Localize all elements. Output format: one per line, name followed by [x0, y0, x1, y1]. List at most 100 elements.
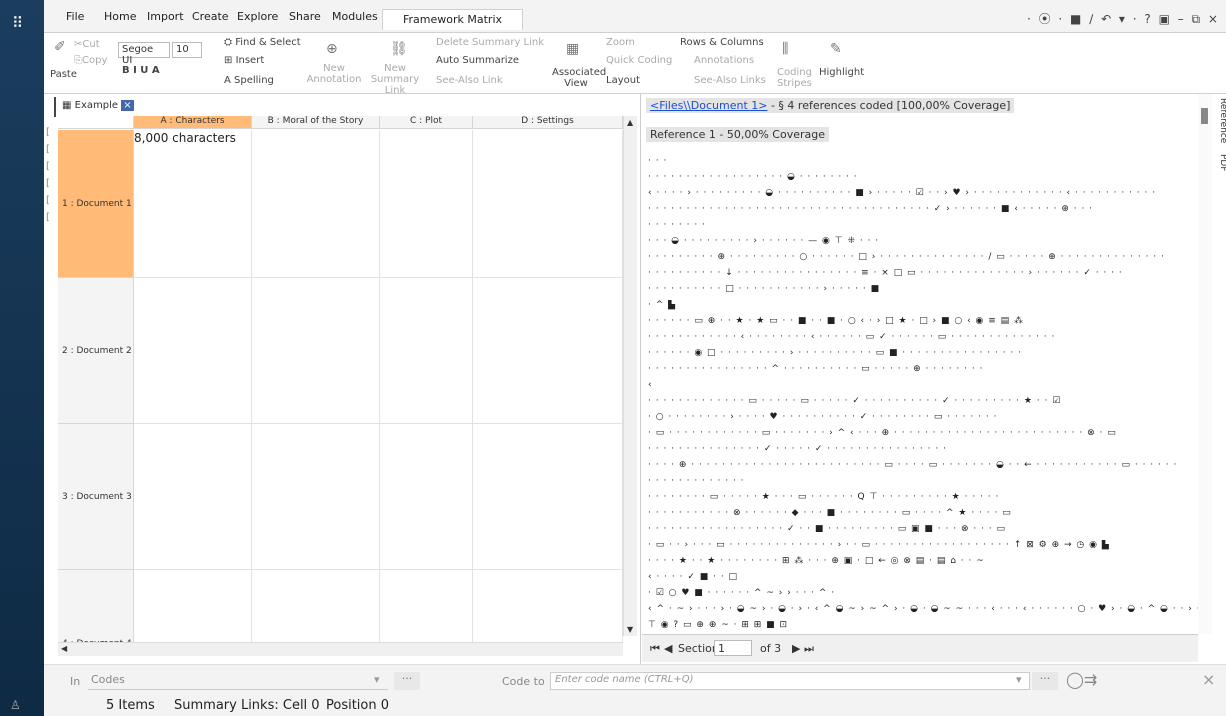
codes-select[interactable]: Codes [88, 672, 388, 690]
link-icon: ⛓ [390, 41, 408, 57]
scroll-up-icon[interactable]: ▲ [627, 118, 633, 127]
row-header-document-1[interactable]: 1 : Document 1 [58, 130, 134, 278]
code-selection-icon[interactable]: ◯⇉ [1066, 670, 1097, 689]
previous-section-icon[interactable]: ◀ [664, 642, 672, 655]
matrix-tab[interactable]: ▦ Example × [54, 97, 140, 117]
text-line: · · · · · · ◉ □ · · · · · · · · · › · · … [648, 348, 1022, 358]
column-header-moral[interactable]: B : Moral of the Story [252, 116, 380, 129]
next-section-icon[interactable]: ▶ [792, 642, 800, 655]
column-header-plot[interactable]: C : Plot [380, 116, 473, 129]
cell-d4[interactable] [473, 570, 623, 650]
code-dropdown-icon[interactable]: ▾ [1016, 673, 1022, 686]
row-header-document-3[interactable]: 3 : Document 3 [58, 424, 134, 570]
ribbon-tabs: File Home Import Create Explore Share Mo… [44, 0, 1226, 34]
cell-d1[interactable] [473, 130, 623, 278]
framework-matrix-pane: ▦ Example × [[[[[[ A : Characters B : Mo… [44, 94, 641, 664]
row-header-document-4[interactable]: 4 : Document 4 [58, 570, 134, 650]
ribbon: ✐ Paste ✂Cut ⎘Copy Segoe UI 10 B I U A ⛭… [44, 32, 1226, 96]
cell-b3[interactable] [252, 424, 380, 570]
section-input[interactable]: 1 [714, 640, 752, 656]
window-controls[interactable]: · ⦿ · ■ ∕ ↶ ▾ · ? ▣ – ⧉ × [1027, 10, 1220, 27]
font-size-select[interactable]: 10 [172, 42, 202, 58]
highlight-button[interactable]: Highlight [819, 67, 864, 78]
text-line: · ▭ · · › · · · ▭ · · · · · · · · · · · … [648, 540, 1110, 550]
tab-explore[interactable]: Explore [237, 10, 278, 23]
column-header-settings[interactable]: D : Settings [473, 116, 623, 129]
auto-summarize-button[interactable]: Auto Summarize [436, 55, 519, 66]
coding-stripes-icon: ⫼ [782, 41, 789, 57]
side-tab-reference[interactable]: Reference [1218, 98, 1226, 143]
text-line: · · · [648, 156, 668, 166]
cell-a1[interactable]: 8,000 characters [134, 130, 252, 278]
tab-file[interactable]: File [66, 10, 84, 23]
quick-coding-button[interactable]: Quick Coding [606, 55, 672, 66]
cell-d2[interactable] [473, 278, 623, 424]
find-select-button[interactable]: ⛭ Find & Select [224, 37, 301, 48]
cell-c2[interactable] [380, 278, 473, 424]
rows-columns-button[interactable]: Rows & Columns [680, 37, 764, 48]
column-header-characters[interactable]: A : Characters [134, 116, 252, 129]
new-annotation-button[interactable]: New Annotation [304, 63, 364, 85]
text-line: · · · · · · · · · · · · · · · · · · · · … [648, 204, 1094, 214]
scroll-thumb[interactable] [1201, 108, 1208, 124]
new-summary-link-button[interactable]: New Summary Link [364, 63, 426, 96]
code-name-input[interactable]: Enter code name (CTRL+Q) [550, 672, 1030, 690]
corner-cell [58, 116, 134, 129]
copy-label: Copy [82, 55, 108, 66]
annotations-button[interactable]: Annotations [694, 55, 754, 66]
matrix-vertical-scrollbar[interactable]: ▲ ▼ [623, 116, 637, 636]
cell-b2[interactable] [252, 278, 380, 424]
cell-a3[interactable] [134, 424, 252, 570]
associated-view-button[interactable]: Associated View [552, 67, 606, 89]
status-summary-links: Summary Links: Cell 0 [174, 698, 320, 713]
apps-grid-icon[interactable]: ⠿ [12, 14, 23, 32]
in-label: In [70, 675, 81, 688]
cell-a2[interactable] [134, 278, 252, 424]
cell-c3[interactable] [380, 424, 473, 570]
cell-c1[interactable] [380, 130, 473, 278]
row-header-document-2[interactable]: 2 : Document 2 [58, 278, 134, 424]
font-family-select[interactable]: Segoe UI [118, 42, 170, 66]
text-line: · · · ◒ · · · · · · · · · › · · · · · · … [648, 236, 880, 246]
cell-a4[interactable] [134, 570, 252, 650]
spelling-button[interactable]: A Spelling [224, 75, 274, 86]
delete-summary-link-button[interactable]: Delete Summary Link [436, 37, 544, 48]
coding-stripes-button[interactable]: Coding Stripes [777, 67, 817, 89]
cell-c4[interactable] [380, 570, 473, 650]
cell-b4[interactable] [252, 570, 380, 650]
zoom-button[interactable]: Zoom [606, 37, 635, 48]
code-browse-button[interactable]: ··· [1032, 672, 1058, 690]
text-line: · ☑ ○ ♥ ■ · · · · · · ^ ~ › › · · · ^ · [648, 588, 836, 598]
codes-dropdown-icon[interactable]: ▾ [374, 673, 380, 686]
tab-home[interactable]: Home [104, 10, 136, 23]
cut-button[interactable]: ✂Cut [74, 39, 100, 50]
text-line: · ▭ · · · · · · · · · · · · ▭ · · · · · … [648, 428, 1117, 438]
layout-button[interactable]: Layout [606, 75, 640, 86]
paste-button[interactable]: Paste [50, 69, 77, 80]
format-buttons[interactable]: B I U A [122, 65, 160, 76]
first-section-icon[interactable]: ⏮ [650, 642, 660, 656]
matrix-close-icon[interactable]: × [121, 100, 134, 111]
see-also-link-button[interactable]: See-Also Link [436, 75, 503, 86]
matrix-horizontal-scrollbar[interactable]: ◀ [58, 642, 623, 656]
cell-b1[interactable] [252, 130, 380, 278]
scroll-down-icon[interactable]: ▼ [627, 625, 633, 634]
scroll-left-icon[interactable]: ◀ [61, 644, 67, 653]
insert-button[interactable]: ⊞ Insert [224, 55, 264, 66]
tab-import[interactable]: Import [147, 10, 184, 23]
tab-modules[interactable]: Modules [332, 10, 378, 23]
copy-button[interactable]: ⎘Copy [74, 55, 107, 66]
tab-create[interactable]: Create [192, 10, 229, 23]
text-line: · · · · ★ · · ★ · · · · · · · · ⊞ ⁂ · · … [648, 556, 985, 566]
document-link[interactable]: <Files\\Document 1> [650, 99, 767, 112]
last-section-icon[interactable]: ⏭ [804, 642, 814, 656]
see-also-links-button[interactable]: See-Also Links [694, 75, 766, 86]
side-tab-pdf[interactable]: PDF [1218, 154, 1226, 172]
codes-browse-button[interactable]: ··· [394, 672, 420, 690]
tab-share[interactable]: Share [289, 10, 321, 23]
tab-framework-matrix[interactable]: Framework Matrix [382, 9, 524, 30]
reference-scrollbar[interactable] [1198, 94, 1212, 634]
cell-d3[interactable] [473, 424, 623, 570]
close-bar-icon[interactable]: × [1202, 670, 1215, 689]
text-line: ⊤ ◉ ? ▭ ⊕ ⊕ ~ · ⊞ ⊞ ■ ⊡ [648, 620, 789, 630]
